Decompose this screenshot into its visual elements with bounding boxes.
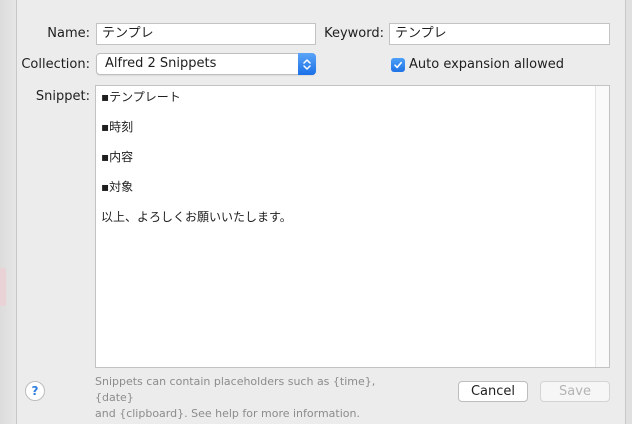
placeholder-hint: Snippets can contain placeholders such a… <box>95 374 415 422</box>
background-window-edge-right <box>626 0 632 424</box>
save-button[interactable]: Save <box>540 381 610 402</box>
snippet-line: ▪対象 <box>101 180 134 194</box>
cancel-button[interactable]: Cancel <box>458 381 528 402</box>
collection-popup-value: Alfred 2 Snippets <box>105 56 217 71</box>
name-field[interactable]: テンプレ <box>96 23 316 45</box>
snippet-line: 以上、よろしくお願いいたします。 <box>101 210 292 224</box>
placeholder-hint-line: and {clipboard}. See help for more infor… <box>95 407 360 420</box>
auto-expansion-checkbox[interactable] <box>391 57 405 72</box>
keyword-field[interactable]: テンプレ <box>389 23 610 45</box>
snippet-textarea[interactable]: ▪テンプレート ▪時刻 ▪内容 ▪対象 以上、よろしくお願いいたします。 <box>95 85 610 368</box>
snippet-label: Snippet: <box>35 89 90 104</box>
placeholder-hint-line: Snippets can contain placeholders such a… <box>95 375 376 404</box>
keyword-label: Keyword: <box>324 26 384 41</box>
snippet-line: ▪内容 <box>101 150 134 164</box>
auto-expansion-label: Auto expansion allowed <box>409 57 564 72</box>
help-button[interactable]: ? <box>25 381 45 401</box>
snippet-line: ▪時刻 <box>101 120 134 134</box>
checkmark-icon <box>394 61 402 68</box>
chevron-up-down-icon <box>298 53 316 75</box>
collection-popup[interactable]: Alfred 2 Snippets <box>96 53 316 75</box>
collection-label: Collection: <box>21 57 90 72</box>
name-label: Name: <box>47 26 90 41</box>
snippet-content: ▪テンプレート ▪時刻 ▪内容 ▪対象 以上、よろしくお願いいたします。 <box>101 90 591 240</box>
snippet-line: ▪テンプレート <box>101 90 181 104</box>
auto-expansion-option[interactable]: Auto expansion allowed <box>391 56 564 73</box>
snippet-scrollbar[interactable] <box>595 86 609 367</box>
background-window-highlight <box>0 268 6 306</box>
